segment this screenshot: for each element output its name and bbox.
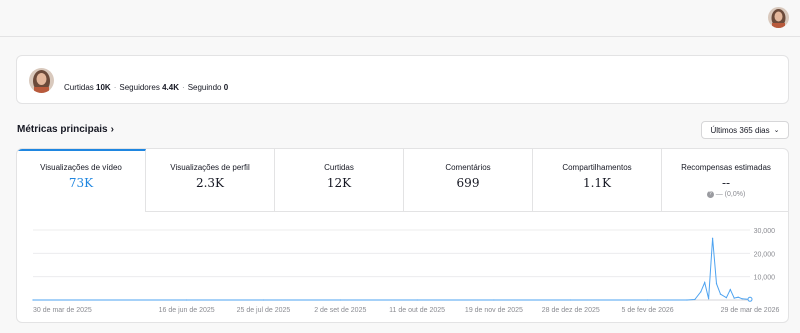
tab-comments[interactable]: Comentários 699 bbox=[404, 149, 533, 212]
stat-likes-value: 10K bbox=[96, 83, 111, 92]
chart-point bbox=[700, 291, 702, 293]
chart-points bbox=[32, 237, 753, 302]
tab-value: 12K bbox=[326, 176, 352, 190]
chart-point bbox=[416, 299, 418, 301]
chart-point bbox=[686, 299, 688, 301]
x-tick-label: 19 de nov de 2025 bbox=[465, 307, 523, 314]
tab-likes[interactable]: Curtidas 12K bbox=[275, 149, 404, 212]
tab-estimated-rewards[interactable]: Recompensas estimadas -- ? — (0,0%) bbox=[662, 149, 788, 212]
chart-point bbox=[262, 299, 265, 301]
chevron-right-icon: › bbox=[110, 124, 114, 135]
chart-point bbox=[493, 299, 495, 301]
views-chart: 30,000 20,000 10,000 30 de mar de 2025 16 d… bbox=[32, 228, 779, 314]
separator-dot: · bbox=[182, 83, 185, 92]
tab-value: 699 bbox=[456, 176, 480, 190]
chevron-down-icon: ⌄ bbox=[773, 127, 780, 134]
metrics-card: Visualizações de vídeo 73K Visualizações… bbox=[16, 148, 789, 323]
chart-point bbox=[711, 237, 714, 239]
chart-point bbox=[704, 281, 706, 284]
y-tick-label: 20,000 bbox=[754, 251, 776, 258]
chart-point bbox=[745, 298, 747, 300]
top-bar bbox=[0, 0, 800, 37]
tab-profile-views[interactable]: Visualizações de perfil 2.3K bbox=[146, 149, 275, 212]
stat-likes-label: Curtidas bbox=[64, 83, 94, 92]
x-tick-label: 5 de fev de 2026 bbox=[621, 307, 673, 314]
section-title: Métricas principais bbox=[17, 124, 108, 135]
tab-video-views[interactable]: Visualizações de vídeo 73K bbox=[17, 149, 146, 212]
tab-value: 73K bbox=[68, 176, 94, 190]
tab-value: 1.1K bbox=[582, 176, 612, 190]
y-tick-label: 30,000 bbox=[754, 228, 776, 235]
x-tick-label: 29 de mar de 2026 bbox=[721, 307, 780, 314]
stat-followers-label: Seguidores bbox=[119, 83, 160, 92]
tab-value: -- bbox=[721, 176, 731, 190]
chart-point bbox=[708, 298, 710, 300]
profile-stats: Curtidas 10K · Seguidores 4.4K · Seguindo 0 bbox=[64, 83, 228, 92]
chart-point bbox=[715, 283, 718, 285]
x-tick-label: 25 de jul de 2025 bbox=[237, 307, 291, 314]
tab-label: Curtidas bbox=[324, 163, 354, 172]
chart-point bbox=[694, 298, 696, 301]
profile-card: Curtidas 10K · Seguidores 4.4K · Seguindo 0 bbox=[16, 55, 789, 104]
tab-label: Recompensas estimadas bbox=[681, 163, 771, 172]
metric-tabs: Visualizações de vídeo 73K Visualizações… bbox=[17, 149, 788, 212]
stat-following-label: Seguindo bbox=[187, 83, 222, 92]
chart-series-line bbox=[33, 238, 751, 301]
stat-following-value: 0 bbox=[223, 83, 229, 92]
avatar-image bbox=[768, 7, 789, 28]
section-title-link[interactable]: Métricas principais › bbox=[17, 124, 114, 135]
tab-label: Compartilhamentos bbox=[562, 163, 632, 172]
chart-point bbox=[32, 299, 34, 301]
avatar-image bbox=[29, 68, 54, 93]
chart-point bbox=[186, 299, 188, 301]
chart-point bbox=[725, 297, 727, 299]
chart-point bbox=[339, 299, 341, 301]
x-tick-label: 30 de mar de 2025 bbox=[33, 307, 92, 314]
x-tick-label: 11 de out de 2025 bbox=[389, 307, 445, 314]
chart-point bbox=[570, 299, 572, 301]
chart-point bbox=[646, 299, 649, 301]
chart-point bbox=[733, 297, 735, 299]
stat-followers-value: 4.4K bbox=[162, 83, 180, 92]
date-range-select[interactable]: Últimos 365 dias ⌄ bbox=[701, 121, 789, 139]
profile-avatar[interactable] bbox=[29, 68, 54, 93]
chart-grid bbox=[33, 229, 750, 301]
tab-label: Visualizações de vídeo bbox=[40, 163, 122, 172]
chart-end-point bbox=[747, 296, 753, 302]
x-tick-label: 16 de jun de 2025 bbox=[159, 307, 215, 314]
x-tick-label: 2 de set de 2025 bbox=[314, 307, 366, 314]
x-tick-label: 28 de dez de 2025 bbox=[542, 307, 600, 314]
tab-shares[interactable]: Compartilhamentos 1.1K bbox=[533, 149, 662, 212]
user-avatar[interactable] bbox=[768, 7, 789, 28]
tab-value: 2.3K bbox=[195, 176, 225, 190]
date-range-label: Últimos 365 dias bbox=[710, 125, 770, 135]
tab-label: Comentários bbox=[445, 163, 491, 172]
chart-x-axis: 30 de mar de 2025 16 de jun de 2025 25 de … bbox=[33, 307, 779, 314]
chart-point bbox=[729, 288, 731, 291]
info-icon[interactable]: ? bbox=[706, 191, 714, 198]
chart-point bbox=[719, 293, 722, 295]
tab-label: Visualizações de perfil bbox=[170, 163, 250, 172]
y-tick-label: 10,000 bbox=[754, 275, 776, 282]
tab-change-text: — (0,0%) bbox=[715, 191, 746, 198]
chart-point bbox=[737, 296, 739, 298]
chart-y-axis: 30,000 20,000 10,000 bbox=[754, 228, 776, 282]
chart-point bbox=[741, 298, 743, 300]
tab-change: ? — (0,0%) bbox=[662, 191, 788, 198]
